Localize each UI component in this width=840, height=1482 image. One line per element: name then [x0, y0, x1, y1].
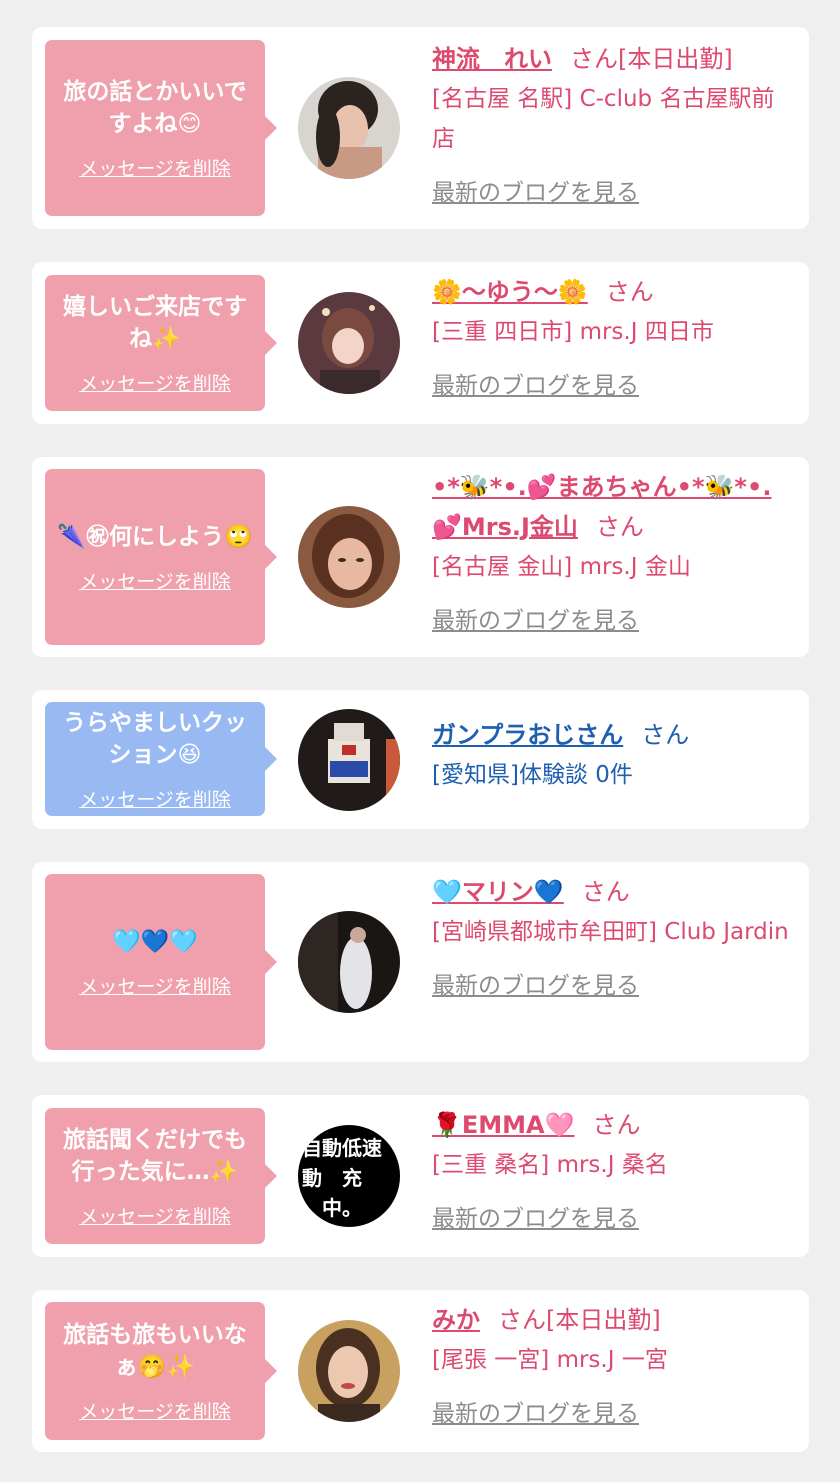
shop-location: [三重 桑名] mrs.J 桑名	[432, 1152, 668, 1178]
honorific: さん[本日出勤]	[570, 45, 733, 73]
avatar[interactable]: 自動低速 動 充 中。	[298, 1125, 400, 1227]
delete-message-link[interactable]: メッセージを削除	[79, 972, 231, 999]
message-card: 旅話も旅もいいなぁ🤭✨ メッセージを削除 みか さん[本日出勤] [尾張 一宮] …	[32, 1290, 809, 1452]
message-bubble: 旅の話とかいいですよね😊 メッセージを削除	[45, 40, 277, 216]
avatar-text-image: 自動低速 動 充 中。	[302, 1136, 382, 1220]
latest-blog-link[interactable]: 最新のブログを見る	[432, 366, 639, 406]
message-bubble: 🌂㊗何にしよう🙄 メッセージを削除	[45, 469, 277, 645]
honorific: さん	[595, 513, 644, 541]
latest-blog-link[interactable]: 最新のブログを見る	[432, 601, 639, 641]
honorific: さん	[581, 878, 630, 906]
profile-name-link[interactable]: 🩵マリン💙	[432, 878, 564, 906]
message-bubble: 旅話聞くだけでも行った気に…✨ メッセージを削除	[45, 1108, 277, 1244]
profile-info: 🩵マリン💙 さん [宮崎県都城市牟田町] Club Jardin 最新のブログを見…	[432, 872, 789, 1006]
honorific: さん	[641, 721, 690, 749]
delete-message-link[interactable]: メッセージを削除	[79, 369, 231, 396]
message-card: 🩵💙🩵 メッセージを削除 🩵マリン💙 さん [宮崎県都城市牟田町] Club Ja…	[32, 862, 809, 1062]
profile-info: みか さん[本日出勤] [尾張 一宮] mrs.J 一宮 最新のブログを見る	[432, 1300, 789, 1434]
profile-info: ガンプラおじさん さん [愛知県]体験談 0件	[432, 715, 789, 795]
profile-name-link[interactable]: 🌹EMMA🩷	[432, 1111, 575, 1139]
avatar[interactable]	[298, 709, 400, 811]
message-bubble: 嬉しいご来店ですね✨ メッセージを削除	[45, 275, 277, 411]
message-bubble: 旅話も旅もいいなぁ🤭✨ メッセージを削除	[45, 1302, 277, 1440]
profile-info: 🌼〜ゆう〜🌼 さん [三重 四日市] mrs.J 四日市 最新のブログを見る	[432, 272, 789, 406]
message-text: 旅の話とかいいですよね😊	[63, 78, 247, 137]
message-text: うらやましいクッション😆	[63, 709, 247, 768]
shop-location: [宮崎県都城市牟田町] Club Jardin	[432, 919, 789, 945]
message-text: 嬉しいご来店ですね✨	[63, 293, 247, 352]
message-bubble: 🩵💙🩵 メッセージを削除	[45, 874, 277, 1050]
latest-blog-link[interactable]: 最新のブログを見る	[432, 966, 639, 1006]
message-card: 旅の話とかいいですよね😊 メッセージを削除 神流 れい さん[本日出勤] [名古屋…	[32, 27, 809, 229]
avatar[interactable]	[298, 1320, 400, 1422]
delete-message-link[interactable]: メッセージを削除	[79, 154, 231, 181]
message-text: 🌂㊗何にしよう🙄	[57, 523, 253, 550]
avatar[interactable]	[298, 77, 400, 179]
shop-location: [名古屋 金山] mrs.J 金山	[432, 554, 691, 580]
profile-name-link[interactable]: 神流 れい	[432, 45, 552, 73]
latest-blog-link[interactable]: 最新のブログを見る	[432, 173, 639, 213]
honorific: さん	[605, 278, 654, 306]
avatar[interactable]	[298, 911, 400, 1013]
message-card: うらやましいクッション😆 メッセージを削除 ガンプラおじさん さん [愛知県]体験…	[32, 690, 809, 829]
latest-blog-link[interactable]: 最新のブログを見る	[432, 1394, 639, 1434]
message-bubble: うらやましいクッション😆 メッセージを削除	[45, 702, 277, 816]
avatar[interactable]	[298, 506, 400, 608]
honorific: さん[本日出勤]	[498, 1306, 661, 1334]
shop-location: [尾張 一宮] mrs.J 一宮	[432, 1347, 668, 1373]
message-card: 嬉しいご来店ですね✨ メッセージを削除 🌼〜ゆう〜🌼 さん [三重 四日市] mr…	[32, 262, 809, 424]
profile-name-link[interactable]: 🌼〜ゆう〜🌼	[432, 278, 588, 306]
profile-info: 🌹EMMA🩷 さん [三重 桑名] mrs.J 桑名 最新のブログを見る	[432, 1105, 789, 1239]
latest-blog-link[interactable]: 最新のブログを見る	[432, 1199, 639, 1239]
message-text: 旅話も旅もいいなぁ🤭✨	[63, 1321, 247, 1380]
message-text: 🩵💙🩵	[112, 928, 198, 955]
profile-info: •*🐝*•.💕まあちゃん•*🐝*•.💕Mrs.J金山 さん [名古屋 金山] mr…	[432, 467, 789, 641]
delete-message-link[interactable]: メッセージを削除	[79, 1202, 231, 1229]
profile-name-link[interactable]: みか	[432, 1306, 480, 1334]
delete-message-link[interactable]: メッセージを削除	[79, 1397, 231, 1424]
delete-message-link[interactable]: メッセージを削除	[79, 567, 231, 594]
delete-message-link[interactable]: メッセージを削除	[79, 785, 231, 812]
review-count: [愛知県]体験談 0件	[432, 762, 633, 788]
shop-location: [三重 四日市] mrs.J 四日市	[432, 319, 714, 345]
message-text: 旅話聞くだけでも行った気に…✨	[63, 1126, 247, 1185]
message-card: 旅話聞くだけでも行った気に…✨ メッセージを削除 自動低速 動 充 中。 🌹EM…	[32, 1095, 809, 1257]
profile-info: 神流 れい さん[本日出勤] [名古屋 名駅] C-club 名古屋駅前店 最新の…	[432, 39, 789, 213]
avatar[interactable]	[298, 292, 400, 394]
message-card: 🌂㊗何にしよう🙄 メッセージを削除 •*🐝*•.💕まあちゃん•*🐝*•.💕Mrs…	[32, 457, 809, 657]
honorific: さん	[592, 1111, 641, 1139]
shop-location: [名古屋 名駅] C-club 名古屋駅前店	[432, 86, 775, 152]
profile-name-link[interactable]: ガンプラおじさん	[432, 721, 623, 749]
